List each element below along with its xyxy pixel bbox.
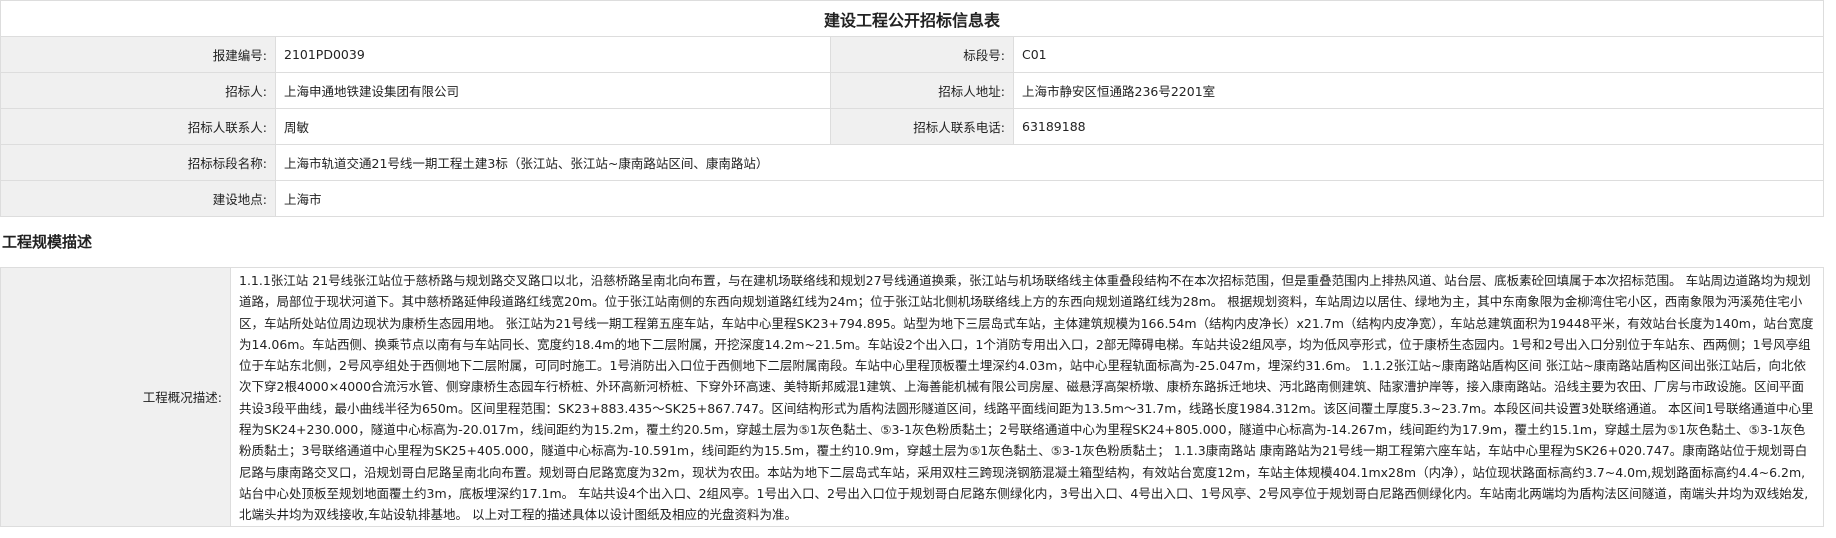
table-row: 招标人: 上海申通地铁建设集团有限公司 招标人地址: 上海市静安区恒通路236号… bbox=[0, 72, 1824, 109]
tender-info-table: 建设工程公开招标信息表 报建编号: 2101PD0039 标段号: C01 招标… bbox=[0, 0, 1824, 217]
table-row: 工程概况描述: 1.1.1张江站 21号线张江站位于慈桥路与规划路交叉路口以北，… bbox=[0, 267, 1824, 527]
table-row: 招标标段名称: 上海市轨道交通21号线一期工程土建3标（张江站、张江站~康南路站… bbox=[0, 144, 1824, 181]
contact-label: 招标人联系人: bbox=[0, 108, 276, 145]
scale-heading: 工程规模描述 bbox=[2, 233, 93, 251]
phone-value: 63189188 bbox=[1013, 108, 1824, 145]
table-row: 报建编号: 2101PD0039 标段号: C01 bbox=[0, 36, 1824, 73]
section-no-label: 标段号: bbox=[830, 36, 1014, 73]
tenderer-value: 上海申通地铁建设集团有限公司 bbox=[275, 72, 831, 109]
location-value: 上海市 bbox=[275, 180, 1824, 217]
overview-label: 工程概况描述: bbox=[0, 267, 231, 527]
tenderer-label: 招标人: bbox=[0, 72, 276, 109]
contact-value: 周敏 bbox=[275, 108, 831, 145]
tenderer-address-label: 招标人地址: bbox=[830, 72, 1014, 109]
overview-text: 1.1.1张江站 21号线张江站位于慈桥路与规划路交叉路口以北，沿慈桥路呈南北向… bbox=[230, 267, 1824, 527]
tenderer-address-value: 上海市静安区恒通路236号2201室 bbox=[1013, 72, 1824, 109]
phone-label: 招标人联系电话: bbox=[830, 108, 1014, 145]
section-name-label: 招标标段名称: bbox=[0, 144, 276, 181]
page-title: 建设工程公开招标信息表 bbox=[0, 0, 1824, 37]
section-name-value: 上海市轨道交通21号线一期工程土建3标（张江站、张江站~康南路站区间、康南路站） bbox=[275, 144, 1824, 181]
table-row: 建设地点: 上海市 bbox=[0, 180, 1824, 217]
section-no-value: C01 bbox=[1013, 36, 1824, 73]
location-label: 建设地点: bbox=[0, 180, 276, 217]
project-no-label: 报建编号: bbox=[0, 36, 276, 73]
table-row: 招标人联系人: 周敏 招标人联系电话: 63189188 bbox=[0, 108, 1824, 145]
project-no-value: 2101PD0039 bbox=[275, 36, 831, 73]
overview-table: 工程概况描述: 1.1.1张江站 21号线张江站位于慈桥路与规划路交叉路口以北，… bbox=[0, 267, 1824, 527]
